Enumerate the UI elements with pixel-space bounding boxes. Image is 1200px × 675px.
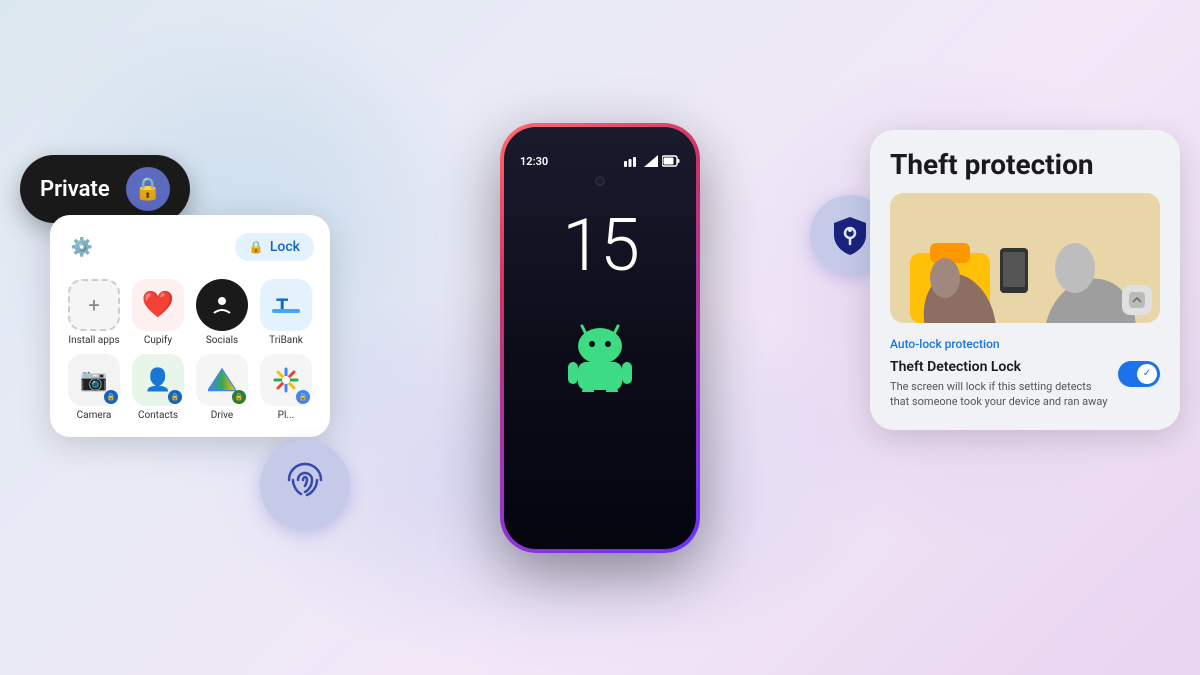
contacts-badge: 🔒 xyxy=(168,390,182,404)
theft-image xyxy=(890,193,1160,323)
photos-icon: 🔒 xyxy=(260,354,312,406)
shield-icon xyxy=(828,213,872,257)
theft-detect-title: Theft Detection Lock xyxy=(890,359,1108,375)
theft-protection-card: Theft protection xyxy=(870,130,1180,430)
apps-grid: + Install apps ❤️ Cupify Socials T TriBa… xyxy=(66,279,314,421)
app-drawer-header: ⚙️ 🔒 Lock xyxy=(66,231,314,263)
app-item-camera[interactable]: 📷 🔒 Camera xyxy=(66,354,122,421)
lock-button[interactable]: 🔒 Lock xyxy=(235,233,314,261)
app-drawer: ⚙️ 🔒 Lock + Install apps ❤️ Cupify Socia… xyxy=(50,215,330,437)
toggle-check-icon: ✓ xyxy=(1143,368,1151,379)
theft-detect-desc: The screen will lock if this setting det… xyxy=(890,379,1108,410)
cupify-icon: ❤️ xyxy=(132,279,184,331)
phone-inner: 12:30 xyxy=(504,127,696,549)
drive-badge: 🔒 xyxy=(232,390,246,404)
phone-screen: 12:30 xyxy=(504,127,696,549)
fingerprint-icon xyxy=(281,456,329,514)
app-item-install[interactable]: + Install apps xyxy=(66,279,122,346)
svg-text:T: T xyxy=(276,294,288,318)
app-item-socials[interactable]: Socials xyxy=(194,279,250,346)
app-item-photos[interactable]: 🔒 Pl... xyxy=(258,354,314,421)
auto-lock-label: Auto-lock protection xyxy=(890,337,1160,351)
phone-status-icons xyxy=(624,155,680,167)
contacts-label: Contacts xyxy=(138,410,178,421)
android-mascot xyxy=(560,312,640,396)
lock-btn-icon: 🔒 xyxy=(249,240,264,254)
drive-icon: 🔒 xyxy=(196,354,248,406)
tribank-label: TriBank xyxy=(269,335,303,346)
private-pill[interactable]: Private 🔒 xyxy=(20,155,190,223)
app-item-cupify[interactable]: ❤️ Cupify xyxy=(130,279,186,346)
app-item-contacts[interactable]: 👤 🔒 Contacts xyxy=(130,354,186,421)
app-item-tribank[interactable]: T TriBank xyxy=(258,279,314,346)
private-label: Private xyxy=(40,177,110,202)
theft-image-scene xyxy=(890,193,1160,323)
photos-label: Pl... xyxy=(278,410,295,421)
theft-detect-text: Theft Detection Lock The screen will loc… xyxy=(890,359,1108,410)
cupify-label: Cupify xyxy=(144,335,172,346)
camera-icon: 📷 🔒 xyxy=(68,354,120,406)
private-lock-icon: 🔒 xyxy=(126,167,170,211)
phone-status-bar: 12:30 xyxy=(504,147,696,172)
install-apps-label: Install apps xyxy=(68,335,119,346)
photos-badge: 🔒 xyxy=(296,390,310,404)
socials-icon xyxy=(196,279,248,331)
socials-label: Socials xyxy=(206,335,238,346)
camera-notch xyxy=(595,176,605,186)
lock-btn-label: Lock xyxy=(270,239,300,255)
toggle-thumb: ✓ xyxy=(1137,364,1157,384)
tribank-icon: T xyxy=(260,279,312,331)
camera-badge: 🔒 xyxy=(104,390,118,404)
install-apps-icon: + xyxy=(68,279,120,331)
contacts-icon: 👤 🔒 xyxy=(132,354,184,406)
settings-icon-btn[interactable]: ⚙️ xyxy=(66,231,98,263)
fingerprint-circle[interactable] xyxy=(260,440,350,530)
app-item-drive[interactable]: 🔒 Drive xyxy=(194,354,250,421)
phone-outer: 12:30 xyxy=(500,123,700,553)
theft-detect-row: Theft Detection Lock The screen will loc… xyxy=(890,359,1160,410)
phone-clock: 15 xyxy=(562,210,638,282)
theft-title: Theft protection xyxy=(890,150,1160,181)
image-badge xyxy=(1122,285,1152,315)
drive-label: Drive xyxy=(211,410,233,421)
theft-detect-toggle[interactable]: ✓ xyxy=(1118,361,1160,387)
phone: 12:30 xyxy=(500,123,700,553)
camera-label: Camera xyxy=(77,410,112,421)
phone-time: 12:30 xyxy=(520,155,548,168)
